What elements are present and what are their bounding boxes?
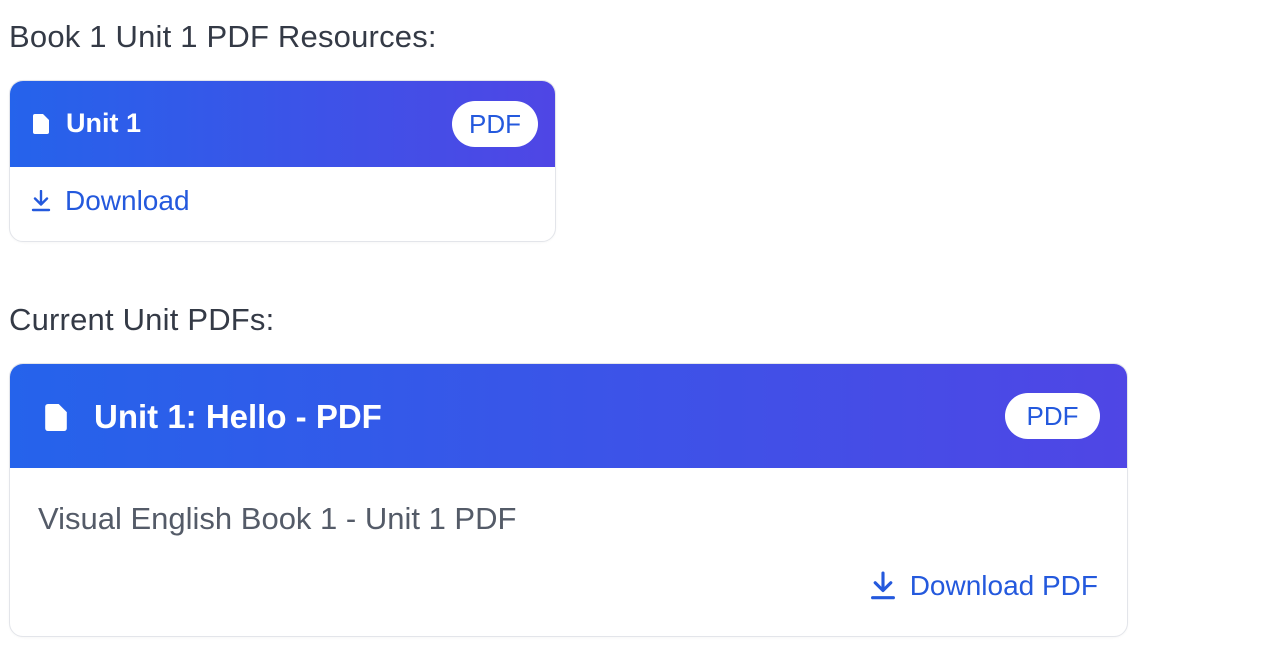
card-description: Visual English Book 1 - Unit 1 PDF xyxy=(38,501,517,536)
download-label[interactable]: Download PDF xyxy=(910,570,1098,602)
card-header: Unit 1: Hello - PDF PDF xyxy=(10,364,1127,468)
card-title: Unit 1 xyxy=(66,108,142,138)
current-unit-pdf-card: Unit 1: Hello - PDF PDF Visual English B… xyxy=(9,363,1128,637)
pdf-badge[interactable]: PDF xyxy=(1005,393,1100,439)
file-icon xyxy=(45,404,67,431)
download-link[interactable]: Download xyxy=(31,185,190,217)
download-label[interactable]: Download xyxy=(65,185,190,217)
card-title: Unit 1: Hello - PDF xyxy=(94,398,382,435)
file-icon xyxy=(33,114,49,134)
section-title-resources: Book 1 Unit 1 PDF Resources: xyxy=(9,19,437,54)
page: Book 1 Unit 1 PDF Resources: Unit 1 PDF … xyxy=(0,0,1267,666)
download-icon xyxy=(870,571,895,600)
pdf-badge[interactable]: PDF xyxy=(452,101,538,147)
download-icon xyxy=(31,190,51,212)
download-pdf-link[interactable]: Download PDF xyxy=(870,570,1098,602)
resource-card-unit-1: Unit 1 PDF Download xyxy=(9,80,556,242)
section-title-current-unit: Current Unit PDFs: xyxy=(9,302,275,337)
card-header: Unit 1 PDF xyxy=(10,81,555,167)
